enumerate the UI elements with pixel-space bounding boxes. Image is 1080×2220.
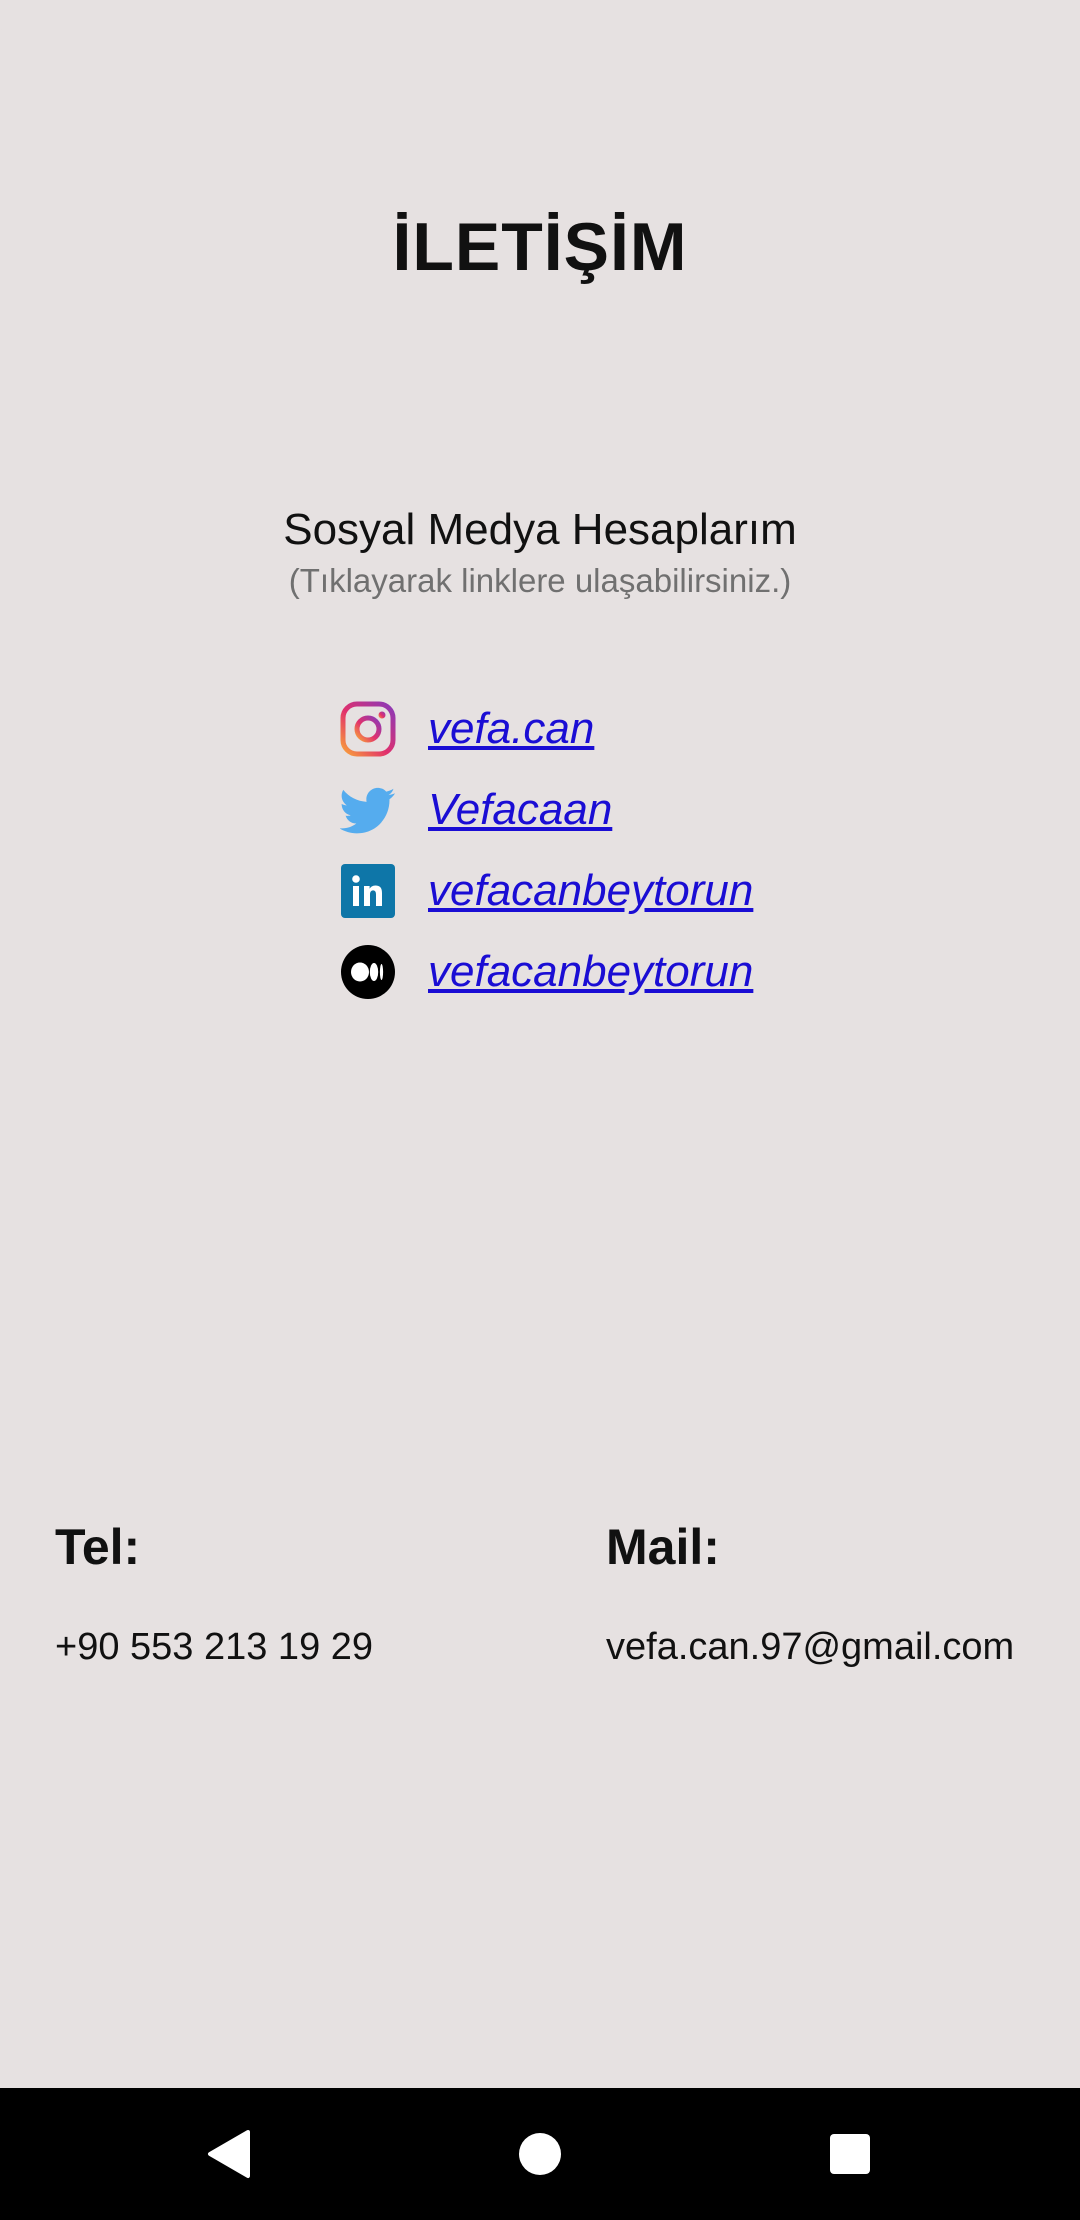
tel-value: +90 553 213 19 29 [55,1626,374,1668]
social-item-twitter[interactable]: Vefacaan [340,769,940,850]
twitter-link[interactable]: Vefacaan [428,785,612,835]
back-button[interactable] [198,2124,258,2184]
page-title: İLETİŞİM [392,209,688,285]
mail-value: vefa.can.97@gmail.com [606,1626,1015,1668]
instagram-link[interactable]: vefa.can [428,704,594,754]
medium-icon [340,944,396,1000]
system-nav-bar [0,2088,1080,2220]
instagram-icon [340,701,396,757]
tel-label: Tel: [55,1519,141,1575]
twitter-icon [340,782,396,838]
linkedin-icon [340,863,396,919]
recents-square-icon [830,2134,870,2174]
social-item-instagram[interactable]: vefa.can [340,688,940,769]
back-triangle-icon [208,2130,250,2178]
social-list: vefa.can Vefacaan vefacanbeytorun vefaca… [340,688,940,1012]
contact-screen: İLETİŞİM Sosyal Medya Hesaplarım (Tıklay… [0,0,1080,2088]
social-heading: Sosyal Medya Hesaplarım [283,505,797,554]
mail-label: Mail: [606,1519,720,1575]
social-item-linkedin[interactable]: vefacanbeytorun [340,850,940,931]
medium-link[interactable]: vefacanbeytorun [428,947,753,997]
social-item-medium[interactable]: vefacanbeytorun [340,931,940,1012]
home-circle-icon [519,2133,561,2175]
linkedin-link[interactable]: vefacanbeytorun [428,866,753,916]
social-hint: (Tıklayarak linklere ulaşabilirsiniz.) [288,562,792,599]
home-button[interactable] [510,2124,570,2184]
recents-button[interactable] [820,2124,880,2184]
